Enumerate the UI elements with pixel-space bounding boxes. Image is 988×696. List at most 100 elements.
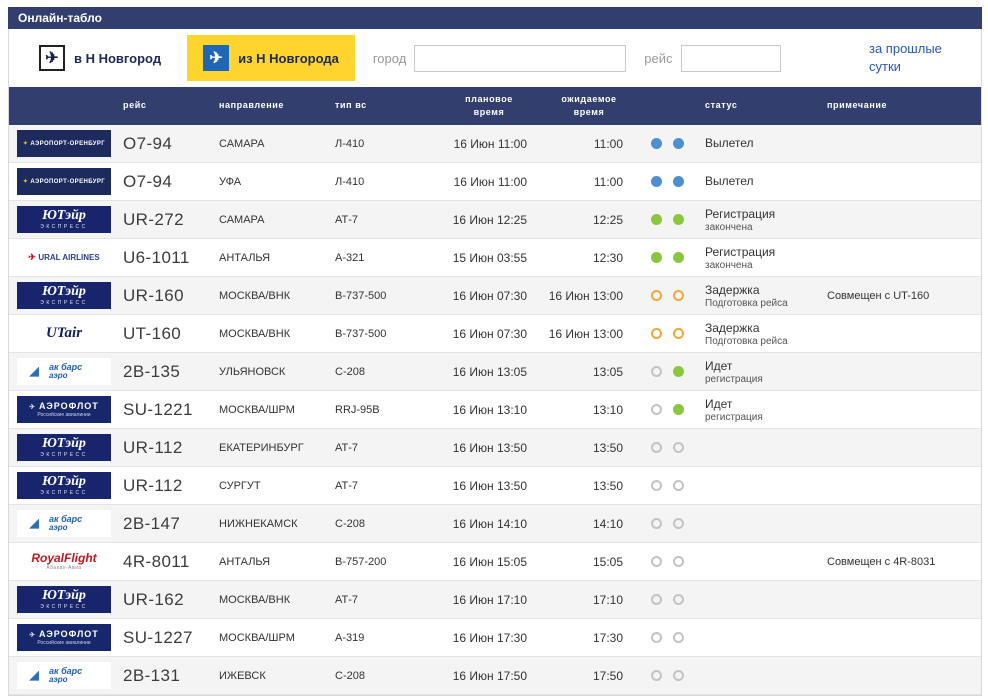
planned-time: 16 Июн 07:30 <box>452 288 527 303</box>
col-flight: рейс <box>123 100 147 111</box>
status-dot-2 <box>673 289 685 301</box>
status-dots <box>637 211 701 229</box>
flight-filter: рейс <box>644 44 781 72</box>
planned-time: 16 Июн 07:30 <box>452 326 527 341</box>
airline-logo: UTair <box>17 320 111 347</box>
flight-row: АЭРОПОРТ-ОРЕНБУРГ О7-94 САМАРА Л-410 16 … <box>9 125 981 163</box>
airline-cell: АЭРОФЛОТ Российские авиалинии <box>9 396 119 423</box>
airline-logo: ак барс аэро <box>17 510 111 537</box>
destination: МОСКВА/ШРМ <box>219 631 295 644</box>
flight-row: АЭРОФЛОТ Российские авиалинии SU-1227 МО… <box>9 619 981 657</box>
expected-time: 16 Июн 13:00 <box>548 288 623 303</box>
planned-time: 16 Июн 13:50 <box>452 478 527 493</box>
airline-logo-subtext: ЭКСПРЕСС <box>40 224 88 230</box>
destination: МОСКВА/ШРМ <box>219 403 295 416</box>
airline-logo-subtext: аэро <box>49 675 68 684</box>
status-dot-1 <box>651 137 662 149</box>
airline-cell: ак барс аэро <box>9 662 119 689</box>
status-text: Идет <box>705 358 733 373</box>
expected-time: 13:05 <box>592 364 623 379</box>
destination: МОСКВА/ВНК <box>219 289 291 302</box>
status-dot-2 <box>673 441 685 453</box>
status-text: Задержка <box>705 282 760 297</box>
airline-cell: UTair <box>9 320 119 347</box>
city-input[interactable] <box>414 44 627 72</box>
airline-cell: ЮТэйр ЭКСПРЕСС <box>9 434 119 461</box>
status-cell <box>701 675 823 676</box>
status-dot-2 <box>673 365 685 377</box>
destination: УФА <box>219 175 242 188</box>
status-dots <box>637 249 701 267</box>
expected-time: 14:10 <box>592 516 623 531</box>
destination: МОСКВА/ВНК <box>219 593 291 606</box>
tab-departures[interactable]: ✈ из Н Новгорода <box>187 35 355 81</box>
toolbar: ✈ в Н Новгород ✈ из Н Новгорода город ре… <box>9 29 981 87</box>
status-cell <box>701 599 823 600</box>
flight-row: ЮТэйр ЭКСПРЕСС UR-160 МОСКВА/ВНК В-737-5… <box>9 277 981 315</box>
col-note: примечание <box>827 100 888 111</box>
planned-time: 16 Июн 13:50 <box>452 440 527 455</box>
status-dots <box>637 325 701 343</box>
airline-logo-text: UTair <box>45 325 83 341</box>
status-detail: регистрация <box>705 411 763 423</box>
airline-logo: АЭРОПОРТ-ОРЕНБУРГ <box>17 168 111 195</box>
status-dot-1 <box>651 175 662 187</box>
status-dot-2 <box>673 669 685 681</box>
flight-row: UTair UT-160 МОСКВА/ВНК В-737-500 16 Июн… <box>9 315 981 353</box>
status-cell: Идет регистрация <box>701 397 823 423</box>
flight-number: UR-160 <box>123 285 184 305</box>
planned-time: 16 Июн 13:10 <box>452 402 527 417</box>
previous-day-link[interactable]: за прошлые сутки <box>869 40 963 75</box>
aircraft-type: С-208 <box>335 365 365 378</box>
note: Совмещен с UT-160 <box>827 289 930 302</box>
city-filter: город <box>372 44 627 72</box>
destination: ИЖЕВСК <box>219 669 266 682</box>
flight-number: 2В-131 <box>123 665 181 685</box>
aircraft-type: А-321 <box>335 251 365 264</box>
planned-time: 16 Июн 17:10 <box>452 592 527 607</box>
airline-logo-text: ЮТэйр <box>42 208 86 223</box>
airline-logo-text: ЮТэйр <box>42 284 86 299</box>
airline-logo-text: АЭРОПОРТ-ОРЕНБУРГ <box>23 179 105 185</box>
flight-number: UR-162 <box>123 589 184 609</box>
airline-logo-subtext: Российские авиалинии <box>37 411 91 418</box>
airline-logo-subtext: Абакан-Авиа <box>46 565 82 571</box>
planned-time: 15 Июн 03:55 <box>452 250 527 265</box>
aircraft-type: Л-410 <box>335 137 365 150</box>
tab-departures-label: из Н Новгорода <box>238 50 339 66</box>
note: Совмещен с 4R-8031 <box>827 555 936 568</box>
airline-cell: АЭРОПОРТ-ОРЕНБУРГ <box>9 168 119 195</box>
flight-number: UR-112 <box>123 475 183 495</box>
board: ✈ в Н Новгород ✈ из Н Новгорода город ре… <box>8 29 982 696</box>
plane-arrivals-icon: ✈ <box>39 45 65 71</box>
flight-number: U6-1011 <box>123 247 190 267</box>
status-cell: Вылетел <box>701 136 823 151</box>
status-dots <box>637 667 701 685</box>
airline-logo: ак барс аэро <box>17 358 111 385</box>
aircraft-type: А-319 <box>335 631 365 644</box>
status-cell <box>701 637 823 638</box>
aircraft-type: Л-410 <box>335 175 365 188</box>
status-cell: Идет регистрация <box>701 359 823 385</box>
airline-logo: АЭРОПОРТ-ОРЕНБУРГ <box>17 130 111 157</box>
status-dot-2 <box>673 327 685 339</box>
flight-number: 2В-147 <box>123 513 181 533</box>
flight-number: UR-112 <box>123 437 183 457</box>
aircraft-type: В-737-500 <box>335 327 387 340</box>
status-dot-1 <box>651 289 662 301</box>
flight-number: UT-160 <box>123 323 182 343</box>
plane-departures-icon: ✈ <box>203 45 230 71</box>
destination: СУРГУТ <box>219 479 261 492</box>
city-filter-label: город <box>372 50 407 66</box>
status-cell <box>701 447 823 448</box>
page-title: Онлайн-табло <box>18 11 102 25</box>
airline-logo-subtext: Российские авиалинии <box>37 639 91 646</box>
airline-cell: АЭРОФЛОТ Российские авиалинии <box>9 624 119 651</box>
tab-arrivals[interactable]: ✈ в Н Новгород <box>23 35 177 81</box>
airline-cell: ЮТэйр ЭКСПРЕСС <box>9 282 119 309</box>
flight-rows: АЭРОПОРТ-ОРЕНБУРГ О7-94 САМАРА Л-410 16 … <box>9 125 981 695</box>
expected-time: 17:10 <box>592 592 623 607</box>
flight-input[interactable] <box>680 44 781 72</box>
flight-number: О7-94 <box>123 171 173 191</box>
airline-logo-subtext: ЭКСПРЕСС <box>40 604 88 610</box>
